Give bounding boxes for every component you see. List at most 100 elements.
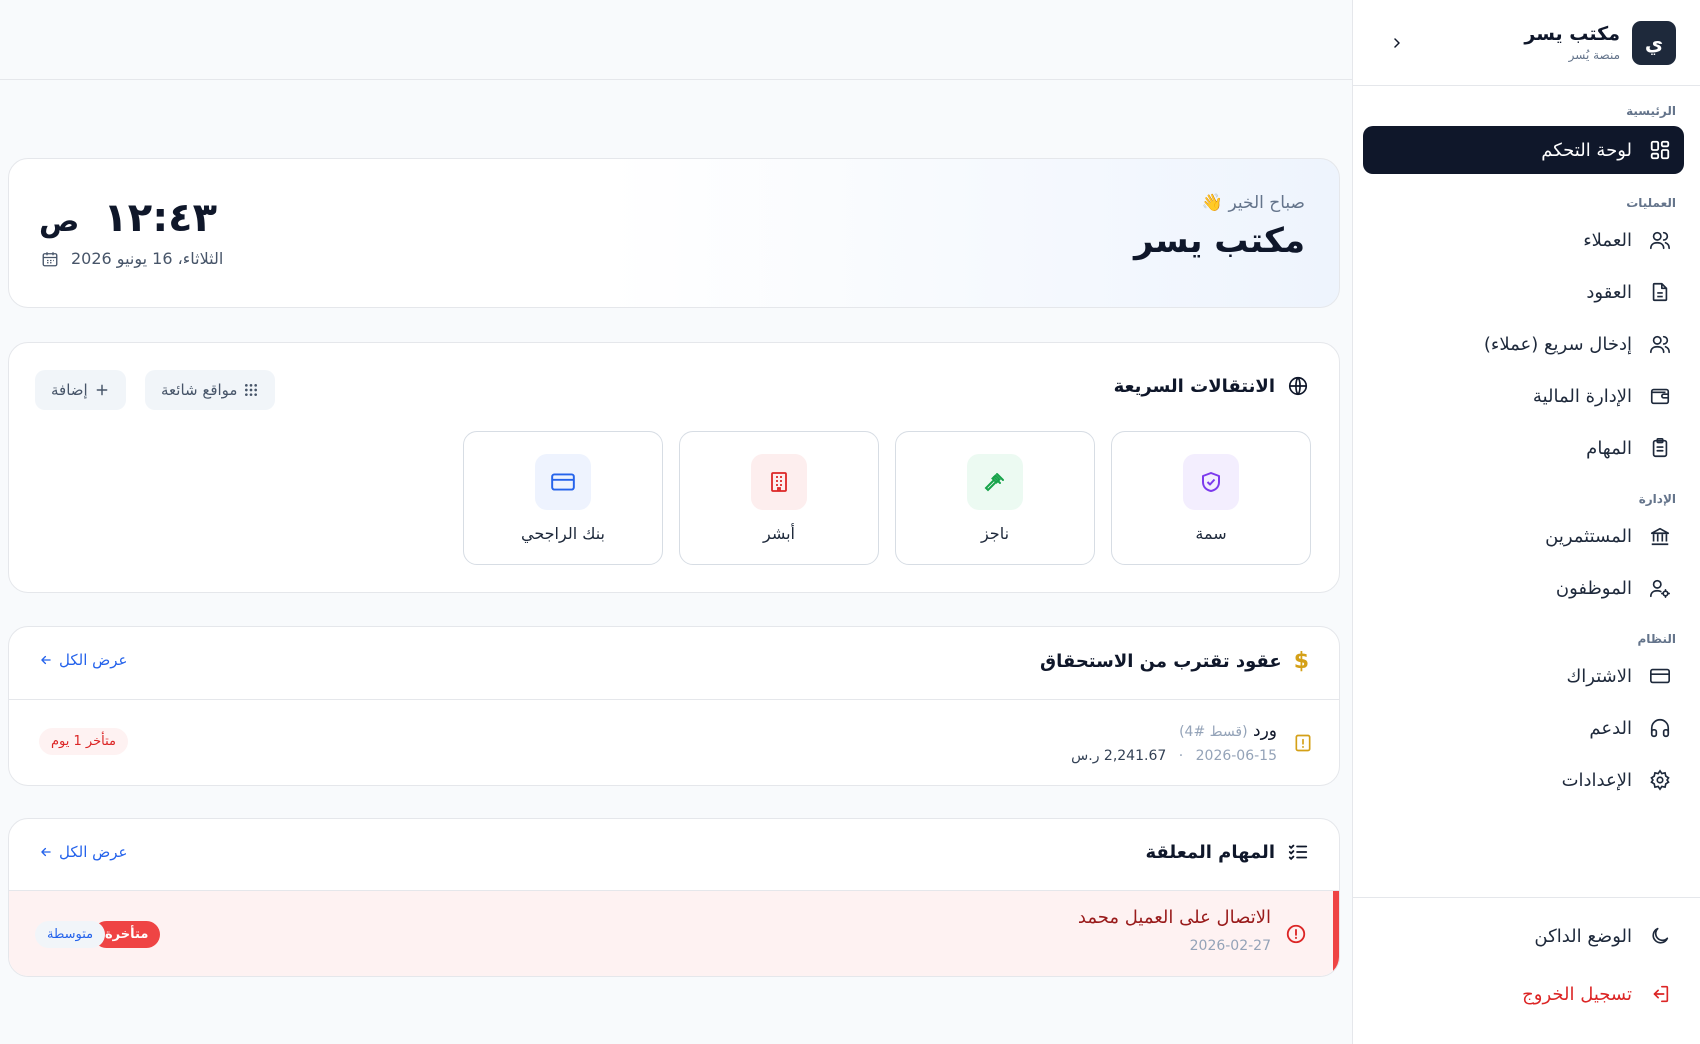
users-icon — [1648, 332, 1672, 356]
alert-square-icon — [1295, 734, 1311, 752]
sidebar-item-settings[interactable]: الإعدادات — [1363, 756, 1684, 804]
brand: مكتب يسر منصة يُسر — [1409, 23, 1620, 62]
sidebar-item-support[interactable]: الدعم — [1363, 704, 1684, 752]
user-cog-icon — [1648, 576, 1672, 600]
tile-label: سمة — [1195, 524, 1227, 543]
logout-label: تسجيل الخروج — [1522, 983, 1632, 1005]
sidebar-item-finance[interactable]: الإدارة المالية — [1363, 372, 1684, 420]
divider — [9, 699, 1339, 700]
headphones-icon — [1648, 716, 1672, 740]
sidebar-footer: الوضع الداكن تسجيل الخروج — [1353, 897, 1700, 1022]
task-title: الاتصال على العميل محمد — [1077, 907, 1271, 928]
section-operations: العمليات — [1626, 196, 1676, 210]
quick-link-najiz[interactable]: ناجز — [895, 431, 1095, 565]
current-date: الثلاثاء، 16 يونيو 2026 — [41, 249, 223, 268]
gear-icon — [1648, 768, 1672, 792]
popular-sites-label: مواقع شائعة — [161, 381, 238, 399]
sidebar-item-tasks[interactable]: المهام — [1363, 424, 1684, 472]
add-link-label: إضافة — [51, 381, 88, 399]
building-icon — [751, 454, 807, 510]
sidebar-item-label: الإدارة المالية — [1532, 385, 1632, 407]
credit-card-icon — [535, 454, 591, 510]
document-icon — [1648, 280, 1672, 304]
logout-icon — [1648, 982, 1672, 1006]
clock-ampm: ص — [39, 204, 80, 239]
greeting: صباح الخير 👋 — [1201, 193, 1305, 213]
contract-amount: 2,241.67 ر.س — [1071, 748, 1167, 764]
sidebar-item-quick-entry[interactable]: إدخال سريع (عملاء) — [1363, 320, 1684, 368]
collapse-sidebar-button[interactable] — [1385, 31, 1409, 55]
shield-check-icon — [1183, 454, 1239, 510]
contract-installment: (قسط #4) — [1179, 724, 1248, 740]
sidebar-item-label: الاشتراك — [1566, 665, 1632, 687]
grid-dots-icon — [245, 384, 258, 396]
add-link-button[interactable]: إضافة — [35, 370, 126, 410]
users-icon — [1648, 228, 1672, 252]
sidebar: ي مكتب يسر منصة يُسر الرئيسية لوحة التحك… — [1352, 0, 1700, 1044]
sidebar-item-employees[interactable]: الموظفون — [1363, 564, 1684, 612]
sidebar-item-label: المهام — [1586, 437, 1632, 459]
grid-icon — [1648, 138, 1672, 162]
logout-button[interactable]: تسجيل الخروج — [1363, 970, 1684, 1018]
clock-time: ١٢:٤٣ — [103, 195, 218, 241]
credit-card-icon — [1648, 664, 1672, 688]
popular-sites-button[interactable]: مواقع شائعة — [145, 370, 276, 410]
quick-links-title: الانتقالات السريعة — [1113, 375, 1275, 397]
plus-icon — [96, 384, 108, 396]
arrow-left-icon — [41, 655, 51, 665]
contracts-due-card: $ عقود تقترب من الاستحقاق عرض الكل ورد (… — [8, 626, 1340, 786]
top-bar — [0, 0, 1352, 80]
quick-link-absher[interactable]: أبشر — [679, 431, 879, 565]
alert-circle-icon — [1286, 924, 1306, 944]
brand-logo: ي — [1632, 20, 1676, 65]
moon-icon — [1648, 924, 1672, 948]
sidebar-item-label: إدخال سريع (عملاء) — [1483, 333, 1632, 355]
quick-link-alrajhi[interactable]: بنك الراجحي — [463, 431, 663, 565]
tasks-view-all-link[interactable]: عرض الكل — [39, 843, 128, 861]
sidebar-item-label: العقود — [1586, 281, 1632, 303]
chevron-right-icon — [1394, 37, 1400, 48]
contracts-title: عقود تقترب من الاستحقاق — [1040, 651, 1282, 672]
tile-label: ناجز — [980, 524, 1010, 543]
contract-client: ورد (قسط #4) — [1179, 721, 1277, 741]
sidebar-item-clients[interactable]: العملاء — [1363, 216, 1684, 264]
meta-separator: · — [1178, 748, 1184, 764]
contracts-view-all-link[interactable]: عرض الكل — [39, 651, 128, 669]
contract-date: 2026-06-15 — [1195, 748, 1277, 764]
sidebar-item-label: العملاء — [1583, 229, 1632, 251]
brand-name: مكتب يسر — [1524, 23, 1620, 45]
clipboard-icon — [1648, 436, 1672, 460]
contract-meta: 2026-06-15 · 2,241.67 ر.س — [1071, 748, 1277, 764]
pending-tasks-card: المهام المعلقة عرض الكل الاتصال على العم… — [8, 818, 1340, 977]
section-administration: الإدارة — [1638, 492, 1676, 506]
task-date: 2026-02-27 — [1189, 938, 1271, 954]
sidebar-item-investors[interactable]: المستثمرين — [1363, 512, 1684, 560]
wallet-icon — [1648, 384, 1672, 408]
view-all-label: عرض الكل — [59, 651, 128, 669]
sidebar-item-label: الموظفون — [1555, 577, 1632, 599]
task-row[interactable]: الاتصال على العميل محمد 2026-02-27 متأخر… — [9, 891, 1339, 976]
sidebar-item-label: لوحة التحكم — [1541, 139, 1632, 161]
quick-link-sama[interactable]: سمة — [1111, 431, 1311, 565]
tasks-title: المهام المعلقة — [1145, 841, 1275, 863]
section-system: النظام — [1637, 632, 1676, 646]
gavel-icon — [967, 454, 1023, 510]
welcome-card: صباح الخير 👋 مكتب يسر ص ١٢:٤٣ الثلاثاء، … — [8, 158, 1340, 308]
dark-mode-toggle[interactable]: الوضع الداكن — [1363, 912, 1684, 960]
dollar-icon: $ — [1293, 649, 1309, 674]
office-name: مكتب يسر — [1133, 221, 1305, 261]
clock: ص ١٢:٤٣ — [39, 195, 217, 241]
sidebar-item-subscription[interactable]: الاشتراك — [1363, 652, 1684, 700]
sidebar-item-contracts[interactable]: العقود — [1363, 268, 1684, 316]
task-priority-badge: متوسطة — [35, 921, 106, 948]
quick-links-header: الانتقالات السريعة — [1114, 375, 1309, 397]
sidebar-header: ي مكتب يسر منصة يُسر — [1353, 0, 1700, 86]
contracts-header: $ عقود تقترب من الاستحقاق — [1040, 649, 1309, 674]
dark-mode-label: الوضع الداكن — [1534, 925, 1632, 947]
tasks-header: المهام المعلقة — [1146, 841, 1309, 863]
bank-icon — [1648, 524, 1672, 548]
quick-links-card: الانتقالات السريعة مواقع شائعة إضافة سمة… — [8, 342, 1340, 593]
view-all-label: عرض الكل — [59, 843, 128, 861]
sidebar-item-label: المستثمرين — [1545, 525, 1632, 547]
sidebar-item-dashboard[interactable]: لوحة التحكم — [1363, 126, 1684, 174]
